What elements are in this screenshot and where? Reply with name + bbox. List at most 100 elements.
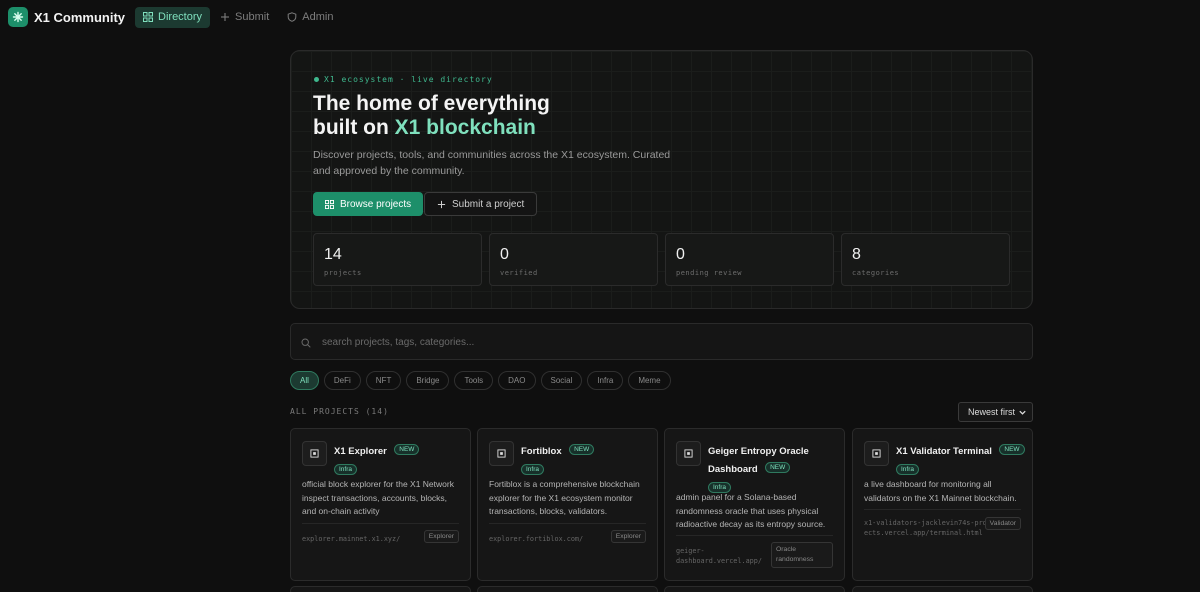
- section-label: ALL PROJECTS (14): [290, 407, 389, 416]
- hero-description: Discover projects, tools, and communitie…: [313, 149, 671, 177]
- project-icon: [489, 441, 514, 466]
- hero-title-line1: The home of everything: [313, 92, 550, 115]
- hero-eyebrow: X1 ecosystem · live directory: [314, 75, 493, 84]
- grid-icon: [325, 199, 334, 209]
- project-url[interactable]: explorer.mainnet.x1.xyz/: [302, 534, 400, 544]
- nav-directory[interactable]: Directory: [135, 6, 211, 28]
- stat-verified: 0 verified: [489, 233, 658, 286]
- browse-projects-button[interactable]: Browse projects: [313, 192, 424, 216]
- x1-logo-icon[interactable]: [8, 7, 28, 27]
- project-description: a live dashboard for monitoring all vali…: [864, 479, 1017, 503]
- filter-all[interactable]: All: [290, 371, 319, 390]
- nav-submit-label: Submit: [235, 11, 270, 23]
- filter-bridge[interactable]: Bridge: [406, 371, 450, 390]
- filter-defi[interactable]: DeFi: [323, 371, 361, 390]
- card-header: X1 Explorer NEW Infra: [334, 441, 464, 477]
- category-label: Explorer: [423, 530, 459, 543]
- hero-title: The home of everything built on X1 block…: [313, 92, 550, 140]
- hero-eyebrow-text: X1 ecosystem · live directory: [324, 75, 493, 84]
- sort-selected-value: Newest first: [968, 407, 1016, 417]
- tag-badge: Infra: [521, 463, 545, 475]
- stat-value: 0: [500, 246, 509, 263]
- filter-infra[interactable]: Infra: [587, 371, 624, 390]
- search-input[interactable]: [322, 333, 922, 351]
- search-icon: [301, 338, 311, 348]
- search-bar: [290, 323, 1033, 360]
- project-description: official block explorer for the X1 Netwo…: [302, 479, 454, 516]
- new-badge: NEW: [765, 462, 791, 474]
- stat-label: categories: [852, 269, 900, 277]
- project-description: admin panel for a Solana-based randomnes…: [676, 492, 826, 529]
- filter-nft[interactable]: NFT: [365, 371, 402, 390]
- filter-meme[interactable]: Meme: [628, 371, 671, 390]
- project-icon: [676, 441, 701, 466]
- project-url[interactable]: x1-validators-jacklevin74s-projects.verc…: [864, 518, 992, 538]
- stat-value: 14: [324, 246, 342, 263]
- chevron-down-icon: [1019, 410, 1026, 415]
- card-header: X1 Validator Terminal NEW Infra: [896, 441, 1026, 477]
- hero-title-prefix: built on: [313, 116, 395, 139]
- submit-project-label: Submit a project: [452, 198, 525, 210]
- project-card-partial: [477, 586, 658, 592]
- project-card-partial: [852, 586, 1033, 592]
- filter-tools[interactable]: Tools: [454, 371, 494, 390]
- project-name[interactable]: X1 Validator Terminal: [896, 446, 992, 457]
- grid-icon: [143, 12, 154, 22]
- browse-projects-label: Browse projects: [340, 198, 412, 210]
- stat-projects: 14 projects: [313, 233, 482, 286]
- project-card-partial: [664, 586, 845, 592]
- filter-dao[interactable]: DAO: [498, 371, 536, 390]
- project-card[interactable]: X1 Validator Terminal NEW Infra a live d…: [852, 428, 1033, 581]
- live-dot-icon: [314, 77, 319, 82]
- stat-categories: 8 categories: [841, 233, 1010, 286]
- project-name[interactable]: X1 Explorer: [334, 446, 387, 457]
- category-filters: All DeFi NFT Bridge Tools DAO Social Inf…: [290, 371, 671, 390]
- card-header: Fortiblox NEW Infra: [521, 441, 651, 477]
- project-icon: [302, 441, 327, 466]
- stat-label: pending review: [676, 269, 743, 277]
- nav-admin[interactable]: Admin: [279, 7, 341, 28]
- stat-value: 0: [676, 246, 685, 263]
- card-footer: geiger-dashboard.vercel.app/ Oracle rand…: [676, 535, 833, 568]
- new-badge: NEW: [569, 444, 595, 456]
- new-badge: NEW: [394, 444, 420, 456]
- card-header: Geiger Entropy Oracle Dashboard NEW Infr…: [708, 441, 818, 495]
- card-footer: explorer.fortiblox.com/ Explorer: [489, 523, 646, 543]
- submit-project-button[interactable]: Submit a project: [424, 192, 538, 216]
- hero-panel: X1 ecosystem · live directory The home o…: [290, 50, 1033, 309]
- project-card[interactable]: Fortiblox NEW Infra Fortiblox is a compr…: [477, 428, 658, 581]
- project-card[interactable]: X1 Explorer NEW Infra official block exp…: [290, 428, 471, 581]
- filter-social[interactable]: Social: [540, 371, 583, 390]
- project-card[interactable]: Geiger Entropy Oracle Dashboard NEW Infr…: [664, 428, 845, 581]
- project-name[interactable]: Fortiblox: [521, 446, 562, 457]
- project-card-partial: [290, 586, 471, 592]
- stat-pending-review: 0 pending review: [665, 233, 834, 286]
- nav-admin-label: Admin: [302, 11, 334, 23]
- brand-name[interactable]: X1 Community: [34, 10, 125, 25]
- tag-badge: Infra: [334, 463, 358, 475]
- hero-title-line2: built on X1 blockchain: [313, 116, 550, 140]
- nav-directory-label: Directory: [158, 11, 203, 23]
- stat-value: 8: [852, 246, 861, 263]
- stat-label: verified: [500, 269, 538, 277]
- nav-submit[interactable]: Submit: [212, 7, 277, 28]
- category-label: Validator: [984, 517, 1021, 530]
- project-description: Fortiblox is a comprehensive blockchain …: [489, 479, 640, 516]
- hero-title-accent: X1 blockchain: [394, 116, 536, 139]
- card-footer: explorer.mainnet.x1.xyz/ Explorer: [302, 523, 459, 543]
- shield-icon: [287, 12, 297, 22]
- card-footer: x1-validators-jacklevin74s-projects.verc…: [864, 509, 1021, 537]
- project-icon: [864, 441, 889, 466]
- project-url[interactable]: explorer.fortiblox.com/: [489, 534, 583, 544]
- project-url[interactable]: geiger-dashboard.vercel.app/: [676, 546, 766, 566]
- category-label: Explorer: [610, 530, 646, 543]
- tag-badge: Infra: [896, 463, 920, 475]
- plus-icon: [437, 200, 446, 208]
- new-badge: NEW: [999, 444, 1025, 456]
- category-label: Oracle randomness: [771, 542, 833, 568]
- plus-icon: [221, 13, 230, 21]
- top-nav: X1 Community Directory Submit Admin: [0, 0, 1200, 34]
- stat-label: projects: [324, 269, 362, 277]
- project-name[interactable]: Geiger Entropy Oracle Dashboard: [708, 446, 809, 475]
- sort-select[interactable]: Newest first: [958, 402, 1033, 422]
